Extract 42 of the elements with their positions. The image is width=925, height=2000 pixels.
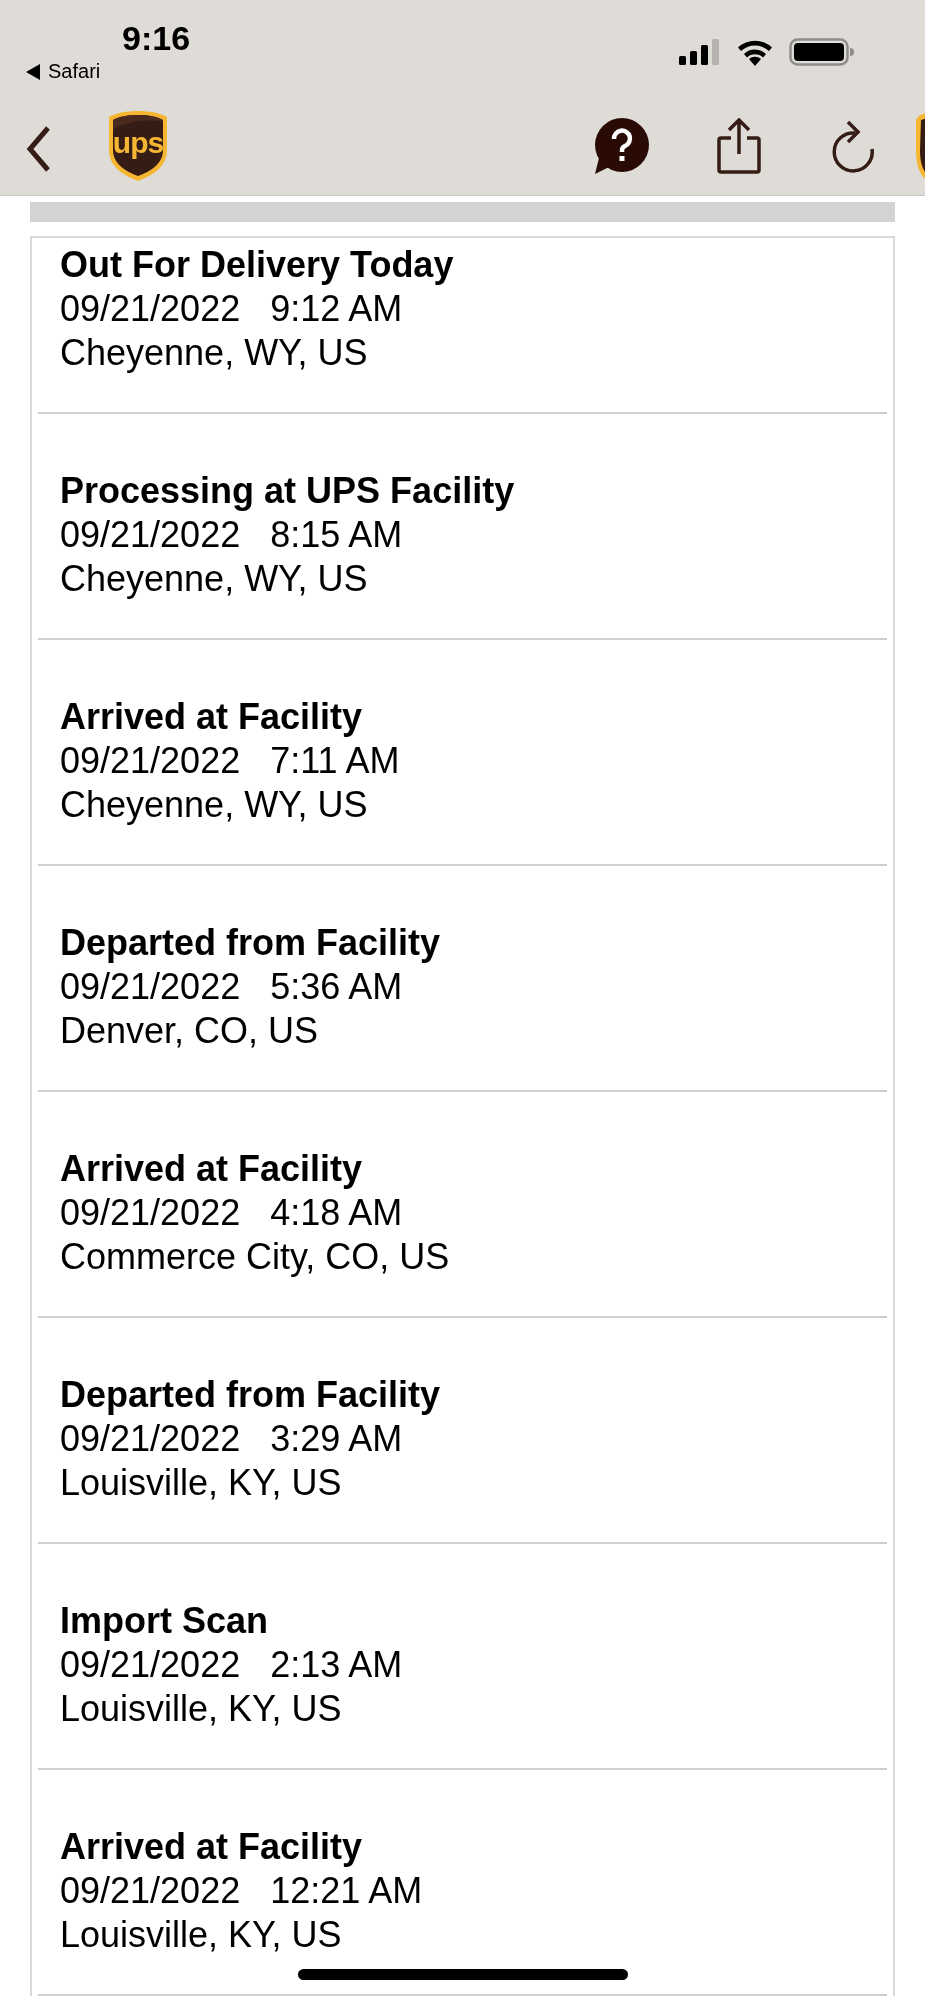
- event-location: Cheyenne, WY, US: [60, 331, 369, 375]
- event-date: 09/21/2022: [60, 1643, 241, 1687]
- event-date: 09/21/2022: [60, 513, 241, 557]
- event-status: Departed from Facility: [60, 1373, 442, 1417]
- event-location: Louisville, KY, US: [60, 1461, 343, 1505]
- share-icon[interactable]: [717, 118, 761, 174]
- event-date: 09/21/2022: [60, 1191, 241, 1235]
- event-time: 5:36 AM: [270, 965, 403, 1009]
- event-status: Import Scan: [60, 1599, 270, 1643]
- event-location: Cheyenne, WY, US: [60, 783, 369, 827]
- back-to-app-link[interactable]: Safari: [26, 60, 101, 83]
- event-time: 12:21 AM: [270, 1869, 423, 1913]
- back-chevron-icon[interactable]: [26, 125, 52, 173]
- event-status: Departed from Facility: [60, 921, 442, 965]
- event-location: Louisville, KY, US: [60, 1913, 343, 1957]
- event-time: 3:29 AM: [270, 1417, 403, 1461]
- event-location: Cheyenne, WY, US: [60, 557, 369, 601]
- event-time: 7:11 AM: [270, 739, 400, 783]
- event-date: 09/21/2022: [60, 739, 241, 783]
- battery-icon: [789, 38, 855, 66]
- event-date: 09/21/2022: [60, 965, 241, 1009]
- event-status: Arrived at Facility: [60, 1825, 364, 1869]
- back-triangle-icon: [26, 63, 40, 80]
- event-location: Commerce City, CO, US: [60, 1235, 451, 1279]
- event-status: Arrived at Facility: [60, 695, 364, 739]
- event-location: Denver, CO, US: [60, 1009, 320, 1053]
- event-time: 8:15 AM: [270, 513, 403, 557]
- event-date: 09/21/2022: [60, 1417, 241, 1461]
- event-time: 2:13 AM: [270, 1643, 403, 1687]
- wifi-icon: [735, 38, 775, 66]
- event-date: 09/21/2022: [60, 287, 241, 331]
- event-time: 9:12 AM: [270, 287, 403, 331]
- event-status: Out For Delivery Today: [60, 243, 455, 287]
- status-time: 9:16: [122, 18, 191, 58]
- event-date: 09/21/2022: [60, 1869, 241, 1913]
- shield-logo: ups: [108, 110, 168, 182]
- refresh-icon[interactable]: [831, 119, 875, 173]
- event-time: 4:18 AM: [270, 1191, 403, 1235]
- event-status: Arrived at Facility: [60, 1147, 364, 1191]
- signal-icon: [679, 39, 721, 65]
- event-location: Louisville, KY, US: [60, 1687, 343, 1731]
- event-status: Processing at UPS Facility: [60, 469, 516, 513]
